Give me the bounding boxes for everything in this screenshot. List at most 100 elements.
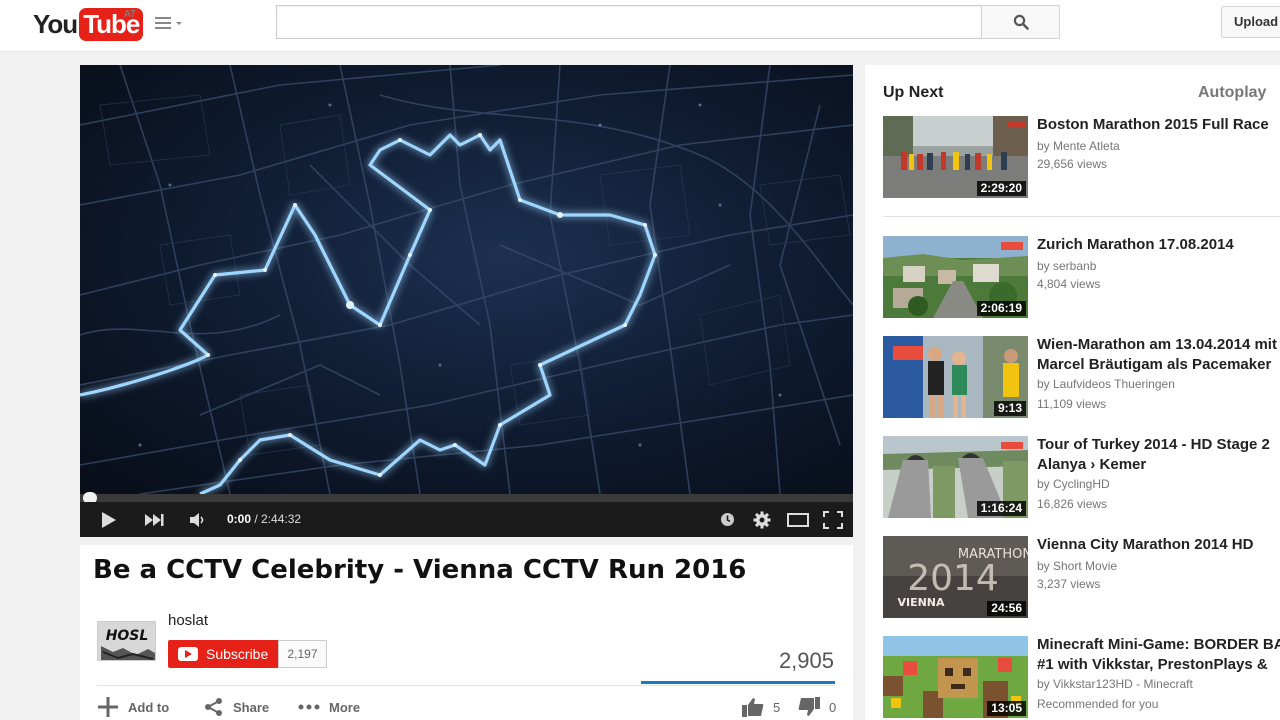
up-next-video-item[interactable]: 9:13 Wien-Marathon am 13.04.2014 mit Mar… (883, 336, 1280, 418)
subscribe-button[interactable]: Subscribe (168, 640, 278, 668)
add-to-label: Add to (128, 699, 170, 715)
time-separator: / (251, 512, 262, 526)
video-channel: by serbanb (1037, 259, 1097, 273)
masthead: You Tube AT Upload (0, 0, 1280, 52)
clock-icon (720, 513, 734, 526)
section-divider (883, 216, 1280, 217)
map-route-visualization (80, 65, 853, 496)
duration: 2:44:32 (261, 512, 302, 526)
video-channel: by Laufvideos Thueringen (1037, 377, 1175, 391)
volume-icon (190, 512, 204, 527)
up-next-heading: Up Next (883, 84, 944, 101)
player-controls: 0:00 / 2:44:32 (80, 502, 853, 537)
logo-country-code: AT (124, 9, 137, 20)
plus-icon (98, 697, 118, 717)
youtube-play-icon (178, 647, 198, 661)
search-button[interactable] (981, 5, 1060, 39)
theater-mode-button[interactable] (786, 502, 810, 537)
more-button[interactable]: More (298, 695, 360, 719)
video-title[interactable]: Zurich Marathon 17.08.2014 (1037, 235, 1280, 255)
up-next-video-item[interactable]: 13:05 Minecraft Mini-Game: BORDER BATTLE… (883, 636, 1280, 718)
next-icon (145, 513, 164, 526)
video-channel: by Vikkstar123HD - Minecraft (1037, 677, 1193, 691)
video-thumbnail[interactable]: 2:06:19 (883, 236, 1028, 318)
like-button[interactable]: 5 (742, 695, 780, 719)
youtube-logo[interactable]: You Tube AT (33, 7, 144, 41)
video-thumbnail[interactable]: 2:29:20 (883, 116, 1028, 198)
dislike-count: 0 (829, 699, 837, 715)
video-thumbnail[interactable]: MARATHON 2014 VIENNA 24:56 (883, 536, 1028, 618)
video-frame[interactable] (80, 65, 853, 496)
fullscreen-button[interactable] (821, 502, 845, 537)
more-label: More (329, 699, 361, 715)
channel-logo: HOSL (98, 622, 155, 660)
video-info: Be a CCTV Celebrity - Vienna CCTV Run 20… (80, 545, 853, 720)
subscriber-count: 2,197 (278, 640, 327, 668)
dislike-button[interactable]: 0 (798, 695, 836, 719)
fullscreen-icon (823, 510, 843, 529)
video-title[interactable]: Vienna City Marathon 2014 HD (1037, 535, 1280, 555)
video-title-line-2[interactable]: #1 with Vikkstar, PrestonPlays & (1037, 655, 1280, 675)
video-duration: 1:16:24 (976, 501, 1026, 516)
video-channel: by Short Movie (1037, 559, 1118, 573)
video-title[interactable]: Minecraft Mini-Game: BORDER BATTLE (1037, 635, 1280, 655)
watch-later-button[interactable] (717, 502, 737, 537)
search-icon (1013, 14, 1029, 30)
video-title[interactable]: Tour of Turkey 2014 - HD Stage 2 (1037, 435, 1280, 455)
upload-button[interactable]: Upload (1221, 6, 1280, 38)
video-duration: 13:05 (987, 701, 1026, 716)
video-views: 29,656 views (1037, 157, 1108, 171)
search-input[interactable] (276, 5, 982, 39)
video-title-line-2[interactable]: Alanya › Kemer (1037, 455, 1280, 475)
thumbs-down-icon (798, 697, 820, 716)
video-views: Recommended for you (1037, 697, 1159, 711)
logo-you-text: You (33, 8, 78, 39)
video-channel: by Mente Atleta (1037, 139, 1120, 153)
share-button[interactable]: Share (204, 695, 269, 719)
video-thumbnail[interactable]: 1:16:24 (883, 436, 1028, 518)
video-player[interactable]: 0:00 / 2:44:32 (80, 65, 853, 537)
like-count: 5 (773, 699, 781, 715)
up-next-video-item[interactable]: 2:29:20 Boston Marathon 2015 Full Race b… (883, 116, 1280, 198)
up-next-video-item[interactable]: 1:16:24 Tour of Turkey 2014 - HD Stage 2… (883, 436, 1280, 518)
settings-button[interactable] (751, 502, 773, 537)
video-title[interactable]: Wien-Marathon am 13.04.2014 mit (1037, 335, 1280, 355)
video-views: 3,237 views (1037, 577, 1101, 591)
video-duration: 2:29:20 (976, 181, 1026, 196)
sentiment-bar (641, 681, 835, 684)
thumb-city-text: VIENNA (897, 596, 945, 609)
share-label: Share (233, 699, 270, 715)
volume-button[interactable] (186, 502, 210, 537)
channel-name[interactable]: hoslat (168, 612, 208, 629)
guide-menu-icon[interactable] (155, 14, 187, 34)
video-title[interactable]: Boston Marathon 2015 Full Race (1037, 115, 1280, 135)
up-next-video-item[interactable]: 2:06:19 Zurich Marathon 17.08.2014 by se… (883, 236, 1280, 318)
video-duration: 2:06:19 (976, 301, 1026, 316)
current-time: 0:00 (227, 512, 252, 526)
play-button[interactable] (94, 502, 122, 537)
next-button[interactable] (140, 502, 168, 537)
thumb-year-text: 2014 (907, 558, 999, 599)
share-icon (205, 698, 222, 716)
video-duration: 24:56 (987, 601, 1026, 616)
video-title: Be a CCTV Celebrity - Vienna CCTV Run 20… (93, 555, 747, 585)
divider (97, 685, 835, 686)
video-title-line-2[interactable]: Marcel Bräutigam als Pacemaker (1037, 355, 1280, 375)
progress-bar[interactable] (80, 494, 853, 502)
view-count: 2,905 (778, 648, 834, 673)
video-thumbnail[interactable]: 9:13 (883, 336, 1028, 418)
more-dots-icon (298, 704, 320, 710)
autoplay-toggle[interactable]: Autoplay (1198, 84, 1266, 102)
theater-icon (787, 512, 809, 527)
channel-avatar[interactable]: HOSL (97, 621, 156, 661)
video-thumbnail[interactable]: 13:05 (883, 636, 1028, 718)
gear-icon (753, 511, 771, 528)
play-icon (102, 511, 116, 528)
video-views: 16,826 views (1037, 497, 1108, 511)
add-to-button[interactable]: Add to (97, 695, 169, 719)
time-display: 0:00 / 2:44:32 (227, 502, 301, 537)
video-views: 11,109 views (1037, 397, 1107, 411)
up-next-video-item[interactable]: MARATHON 2014 VIENNA 24:56 Vienna City M… (883, 536, 1280, 618)
subscribe-label: Subscribe (206, 646, 269, 662)
thumbs-up-icon (742, 698, 764, 717)
